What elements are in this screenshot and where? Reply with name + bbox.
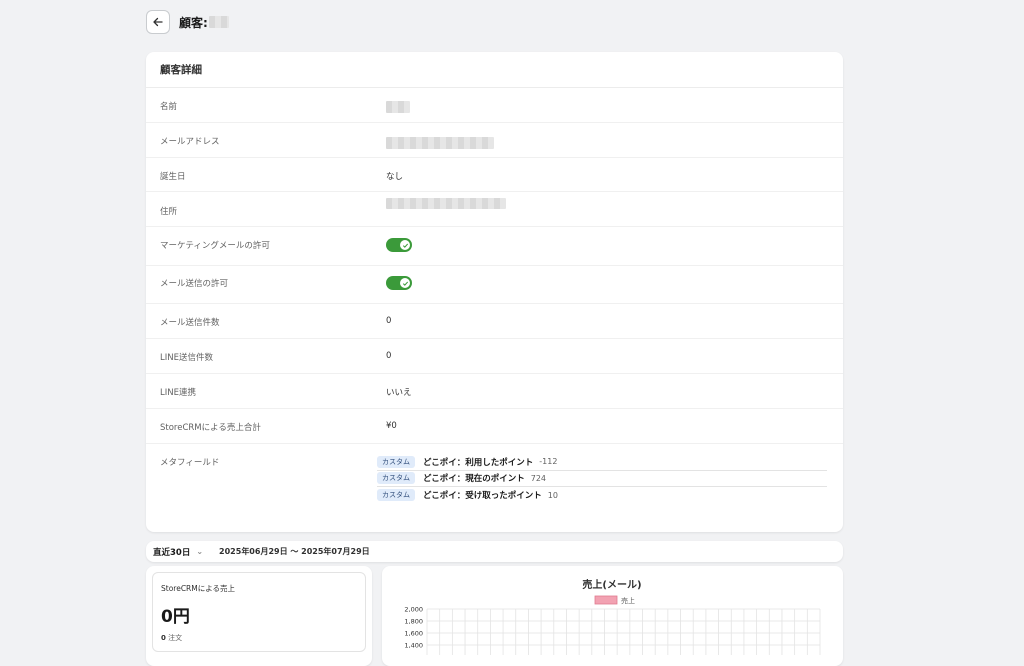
detail-label: LINE連携 bbox=[160, 388, 196, 398]
back-button[interactable] bbox=[146, 10, 170, 34]
detail-label: 誕生日 bbox=[160, 172, 186, 182]
line-link-value: いいえ bbox=[386, 388, 412, 398]
detail-label: メール送信の許可 bbox=[160, 279, 229, 289]
metafield-name: どこポイ：現在のポイント bbox=[423, 474, 525, 485]
detail-row-birthday: 誕生日 なし bbox=[146, 158, 843, 192]
y-tick-label: 1,400 bbox=[404, 642, 423, 650]
birthday-value: なし bbox=[386, 172, 404, 182]
detail-row-mail-send: メール送信の許可 bbox=[146, 266, 843, 304]
name-value-redacted bbox=[386, 101, 410, 113]
orders-label: 注文 bbox=[168, 634, 183, 642]
detail-row-mail-count: メール送信件数 0 bbox=[146, 304, 843, 339]
page-title-text: 顧客: bbox=[179, 15, 208, 30]
page-header: 顧客: bbox=[146, 10, 229, 34]
sales-amount: 0円 bbox=[161, 607, 190, 627]
detail-row-name: 名前 bbox=[146, 88, 843, 123]
detail-label: マーケティングメールの許可 bbox=[160, 241, 270, 251]
range-select-label: 直近30日 bbox=[153, 547, 191, 558]
legend-label: 売上 bbox=[621, 596, 635, 605]
metafield-value: 10 bbox=[547, 490, 558, 500]
line-count-value: 0 bbox=[386, 351, 392, 361]
sales-summary-card: StoreCRMによる売上 0円 0 注文 bbox=[146, 566, 372, 666]
orders-count: 0 bbox=[161, 634, 166, 642]
range-select[interactable]: 直近30日 ⌄ bbox=[153, 546, 203, 558]
email-value-redacted bbox=[386, 137, 494, 149]
sales-title: StoreCRMによる売上 bbox=[161, 584, 236, 593]
detail-label: メタフィールド bbox=[160, 458, 220, 468]
date-range-text: 2025年06月29日 〜 2025年07月29日 bbox=[219, 547, 370, 556]
sales-total-value: ¥0 bbox=[386, 421, 397, 431]
detail-label: メール送信件数 bbox=[160, 318, 220, 328]
chart-title: 売上(メール) bbox=[582, 578, 641, 591]
metafield-tag: カスタム bbox=[377, 489, 415, 502]
y-tick-label: 1,600 bbox=[404, 630, 423, 638]
detail-label: 名前 bbox=[160, 102, 178, 112]
y-tick-label: 2,000 bbox=[404, 606, 423, 614]
detail-label: 住所 bbox=[160, 207, 178, 217]
metafield-item: カスタム どこポイ：受け取ったポイント 10 bbox=[377, 487, 827, 504]
chevron-down-icon: ⌄ bbox=[196, 547, 204, 556]
sales-chart: 売上(メール) 売上 2,000 1,800 1,600 1,400 bbox=[404, 578, 821, 655]
page-title: 顧客: bbox=[179, 14, 229, 31]
mail-send-toggle[interactable] bbox=[386, 276, 412, 290]
detail-label: StoreCRMによる売上合計 bbox=[160, 423, 261, 433]
sales-chart-card: 売上(メール) 売上 2,000 1,800 1,600 1,400 bbox=[382, 566, 843, 666]
check-icon bbox=[402, 243, 408, 248]
metafield-value: 724 bbox=[530, 473, 547, 483]
metafield-value: -112 bbox=[539, 457, 558, 467]
sales-summary-inner: StoreCRMによる売上 0円 0 注文 bbox=[152, 572, 366, 652]
detail-row-email: メールアドレス bbox=[146, 123, 843, 158]
date-filter-bar: 直近30日 ⌄ 2025年06月29日 〜 2025年07月29日 bbox=[146, 541, 843, 562]
marketing-email-toggle[interactable] bbox=[386, 238, 412, 252]
metafield-name: どこポイ：利用したポイント bbox=[423, 457, 534, 468]
arrow-left-icon bbox=[153, 17, 163, 27]
sales-orders: 0 注文 bbox=[161, 633, 357, 643]
address-value-redacted bbox=[386, 198, 506, 209]
detail-row-metafields: メタフィールド カスタム どこポイ：利用したポイント -112 カスタム どこポ… bbox=[146, 444, 843, 514]
mail-count-value: 0 bbox=[386, 316, 392, 326]
customer-name-redacted bbox=[208, 16, 229, 28]
check-icon bbox=[402, 281, 408, 286]
legend-swatch bbox=[594, 595, 618, 605]
detail-row-marketing-email: マーケティングメールの許可 bbox=[146, 227, 843, 266]
y-tick-label: 1,800 bbox=[404, 618, 423, 626]
metafield-item: カスタム どこポイ：利用したポイント -112 bbox=[377, 454, 827, 471]
detail-row-line-count: LINE送信件数 0 bbox=[146, 339, 843, 374]
detail-label: LINE送信件数 bbox=[160, 353, 213, 363]
metafield-list: カスタム どこポイ：利用したポイント -112 カスタム どこポイ：現在のポイン… bbox=[377, 454, 827, 504]
metafield-name: どこポイ：受け取ったポイント bbox=[423, 491, 542, 502]
detail-label: メールアドレス bbox=[160, 137, 220, 147]
detail-row-address: 住所 bbox=[146, 192, 843, 227]
metafield-tag: カスタム bbox=[377, 455, 415, 468]
metafield-tag: カスタム bbox=[377, 472, 415, 485]
detail-row-line-link: LINE連携 いいえ bbox=[146, 374, 843, 409]
customer-details-card: 顧客詳細 名前 メールアドレス 誕生日 なし 住所 マーケティングメールの許可 … bbox=[146, 52, 843, 532]
detail-row-sales-total: StoreCRMによる売上合計 ¥0 bbox=[146, 409, 843, 444]
metafield-item: カスタム どこポイ：現在のポイント 724 bbox=[377, 471, 827, 487]
card-title: 顧客詳細 bbox=[146, 52, 843, 88]
